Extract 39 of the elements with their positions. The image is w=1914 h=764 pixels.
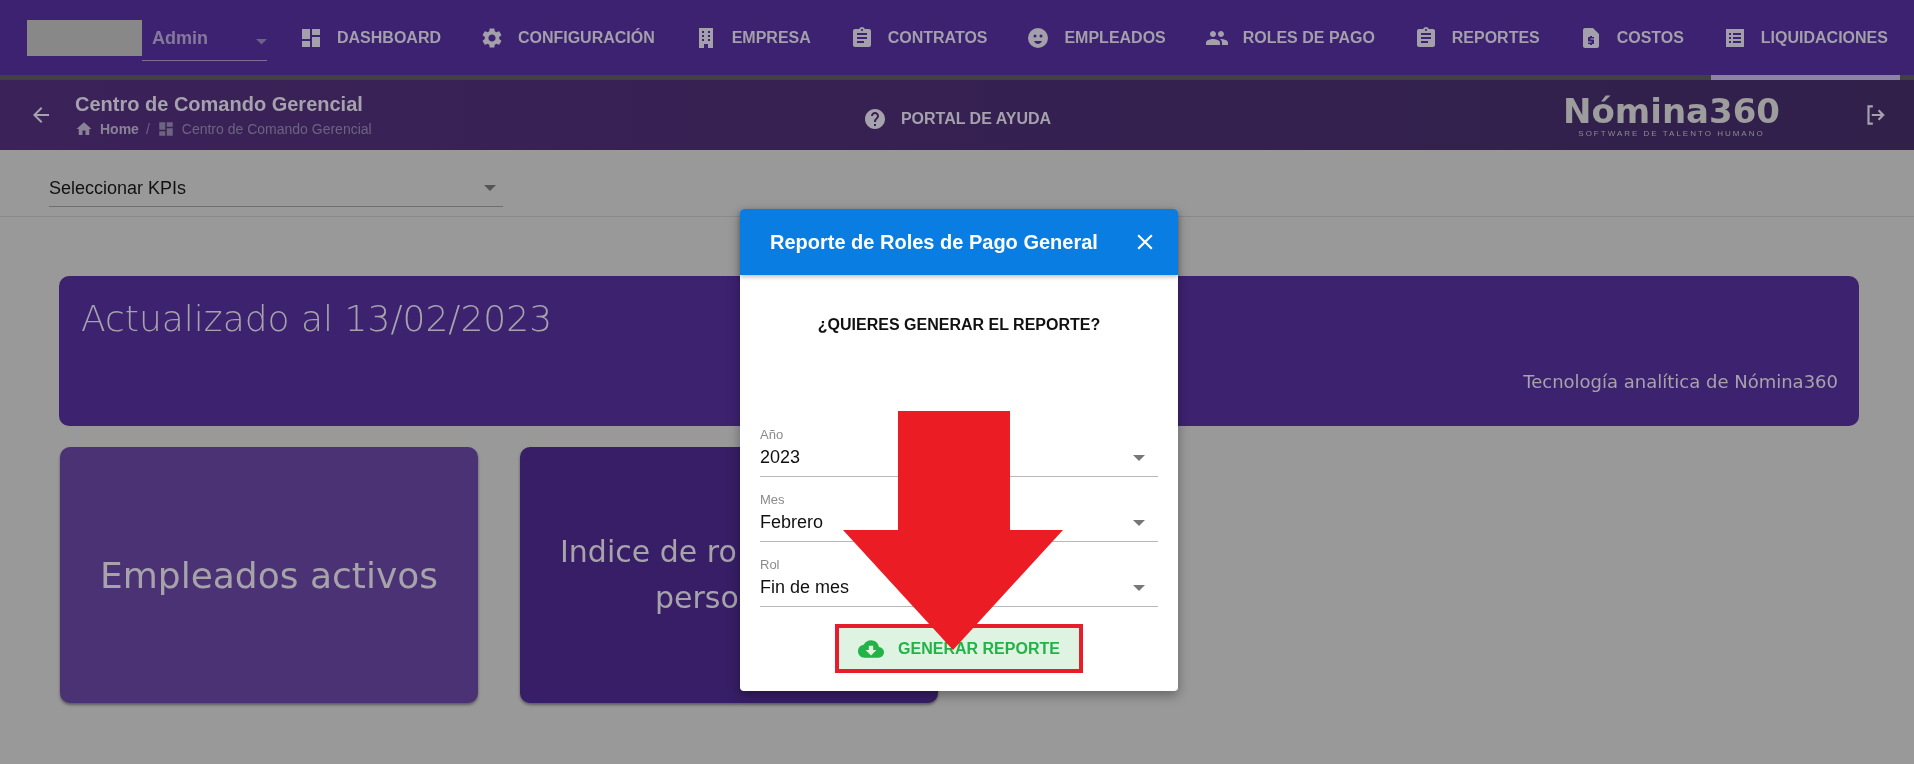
banner-subtitle: Tecnología analítica de Nómina360 [1523,371,1838,392]
breadcrumb-link[interactable]: Home [100,120,139,137]
dashboard-icon [156,119,175,138]
nav-tab[interactable]: COSTOS [1566,0,1696,80]
dialog-question: ¿QUIERES GENERAR EL REPORTE? [816,316,1102,334]
select-value[interactable]: 2023 [760,447,801,468]
nav-tab[interactable]: CONFIGURACIÓN [467,0,667,80]
caret-icon [1133,584,1145,591]
face-icon [1026,25,1051,50]
help-portal-link[interactable]: PORTAL DE AYUDA [862,107,1052,131]
banner-title: Actualizado al 13/02/2023 [81,298,553,339]
breadcrumb-separator: / [145,120,150,137]
kpi-select[interactable]: Seleccionar KPIs [49,170,503,207]
kpi-card[interactable]: Empleados activos [60,447,478,703]
help-icon [862,107,887,131]
dialog-title: Reporte de Roles de Pago General [770,230,1098,254]
caret-icon [1133,519,1145,526]
nav-tab[interactable]: EMPRESA [681,0,823,80]
nav-tab[interactable]: REPORTES [1401,0,1552,80]
kpi-card-title: perso [654,579,739,617]
field-label: Rol [760,557,781,573]
kpi-card-title: Empleados activos [100,554,438,596]
user-select[interactable]: Admin [142,24,267,61]
caret-icon [1133,454,1145,461]
caret-icon [256,39,267,45]
field-label: Mes [760,492,786,508]
nav-tab[interactable]: DASHBOARD [287,0,453,80]
nav-tab[interactable]: ROLES DE PAGO [1192,0,1387,80]
nav-tab[interactable]: EMPLEADOS [1014,0,1178,80]
field-label: Año [760,427,785,443]
breadcrumb-item: Centro de Comando Gerencial [181,120,372,137]
kpi-card-title: Indice de ro [560,533,737,571]
select-value[interactable]: Febrero [760,512,824,533]
page-title: Centro de Comando Gerencial [75,92,364,116]
logo-tagline: SOFTWARE DE TALENTO HUMANO [1578,128,1765,138]
caret-icon [484,185,496,191]
select-value[interactable]: Fin de mes [760,577,850,598]
logo-wordmark: Nómina360 [1563,92,1780,129]
nav-tab[interactable]: CONTRATOS [837,0,1000,80]
